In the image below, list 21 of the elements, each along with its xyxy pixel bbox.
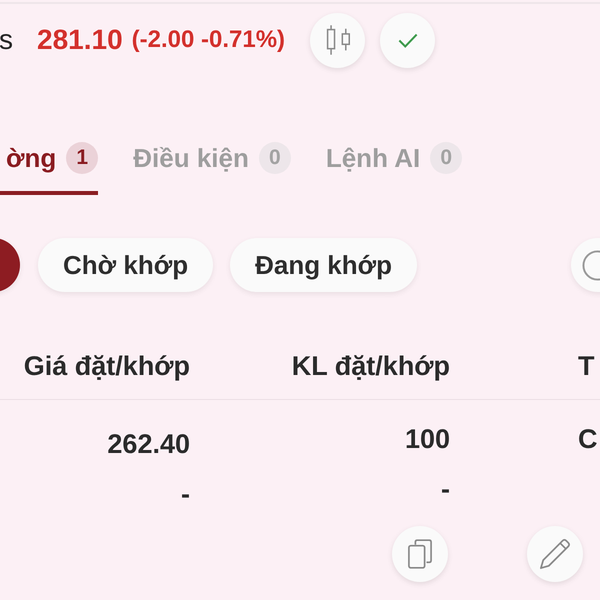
table-cell: - — [441, 474, 450, 504]
column-header: T — [578, 350, 594, 382]
filter-chip[interactable]: Đang khớp — [230, 238, 418, 292]
table-cell: C — [578, 424, 598, 454]
table-cell: 100 — [404, 424, 450, 454]
candlestick-icon — [324, 25, 351, 55]
copy-icon — [408, 539, 432, 569]
ticker-text: s — [0, 24, 13, 56]
table-cell: - — [181, 479, 190, 509]
count-badge: 1 — [66, 142, 98, 174]
tab[interactable]: ờng 1 — [0, 142, 98, 195]
filter-chip[interactable]: Chờ khớp — [38, 238, 214, 292]
table-cell: 262.40 — [107, 429, 190, 459]
pencil-icon — [539, 538, 571, 570]
check-icon — [398, 32, 418, 48]
price-change-text: (-2.00 -0.71%) — [132, 25, 286, 55]
count-badge: 0 — [258, 142, 291, 174]
price-text: 281.10 — [37, 24, 123, 56]
column-header: KL đặt/khớp — [292, 350, 450, 382]
count-badge: 0 — [430, 142, 462, 174]
column-header: Giá đặt/khớp — [24, 350, 190, 382]
